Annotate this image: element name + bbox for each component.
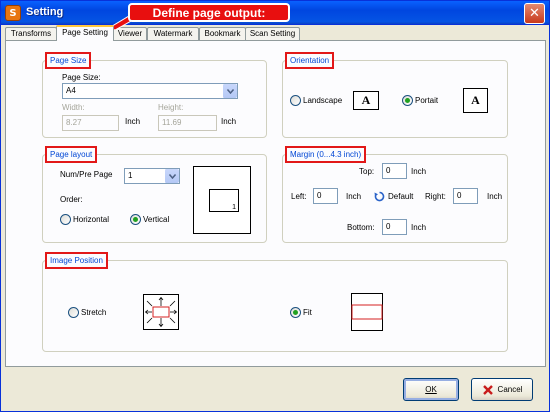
settings-dialog: S Setting ✕ Transforms Page Setting View… — [0, 0, 550, 412]
image-position-group: Image Position Stretch Fit — [42, 252, 508, 352]
width-unit: Inch — [125, 117, 141, 126]
margin-title: Margin (0...4.3 inch) — [285, 146, 367, 163]
page-size-select[interactable]: A4 — [62, 83, 238, 99]
tab-watermark[interactable]: Watermark — [147, 27, 199, 40]
layout-preview-number: 1 — [232, 204, 236, 211]
cancel-label: Cancel — [497, 385, 523, 394]
vertical-label: Vertical — [143, 215, 170, 224]
right-label: Right: — [425, 192, 446, 201]
width-label: Width: — [62, 103, 85, 112]
top-input[interactable]: 0 — [382, 163, 407, 179]
height-unit: Inch — [221, 117, 237, 126]
window-title: Setting — [26, 6, 64, 18]
portrait-label: Portait — [415, 96, 439, 105]
refresh-icon — [374, 191, 385, 201]
left-unit: Inch — [346, 192, 362, 201]
cancel-button[interactable]: Cancel — [471, 378, 533, 401]
fit-label: Fit — [303, 308, 312, 317]
height-label: Height: — [158, 103, 184, 112]
horizontal-label: Horizontal — [73, 215, 110, 224]
app-setting-icon: S — [5, 5, 21, 21]
height-input[interactable]: 11.69 — [158, 115, 217, 131]
left-label: Left: — [291, 192, 307, 201]
landscape-radio[interactable] — [290, 95, 301, 106]
landscape-page-icon: A — [353, 91, 379, 110]
chevron-down-icon[interactable] — [164, 169, 179, 183]
right-unit: Inch — [487, 192, 503, 201]
fit-radio[interactable] — [290, 307, 301, 318]
portrait-page-icon: A — [463, 88, 488, 113]
ok-label: OK — [425, 385, 437, 394]
page-size-group: Page Size Page Size: A4 Width: 8.27 Inch… — [42, 52, 267, 138]
image-position-title: Image Position — [45, 252, 108, 269]
layout-preview-page: 1 — [209, 189, 239, 212]
orientation-group: Orientation Landscape A Portait A — [282, 52, 508, 138]
bottom-label: Bottom: — [347, 223, 375, 232]
order-label: Order: — [60, 195, 83, 204]
num-per-page-label: Num/Pre Page — [60, 170, 113, 179]
tab-scan-setting[interactable]: Scan Setting — [245, 27, 300, 40]
chevron-down-icon[interactable] — [222, 84, 237, 98]
bottom-input[interactable]: 0 — [382, 219, 407, 235]
horizontal-radio[interactable] — [60, 214, 71, 225]
callout-annotation: Define page output: — [128, 3, 290, 22]
page-setting-panel: Page Size Page Size: A4 Width: 8.27 Inch… — [5, 40, 546, 367]
page-layout-group: Page layout Num/Pre Page 1 Order: Horizo… — [42, 146, 267, 243]
margin-group: Margin (0...4.3 inch) Top: 0 Inch Left: … — [282, 146, 508, 243]
default-button[interactable]: Default — [374, 190, 413, 202]
left-input[interactable]: 0 — [313, 188, 338, 204]
tab-transforms[interactable]: Transforms — [5, 27, 57, 40]
top-unit: Inch — [411, 167, 427, 176]
orientation-title: Orientation — [285, 52, 335, 69]
landscape-label: Landscape — [303, 96, 343, 105]
num-per-page-value: 1 — [128, 171, 133, 180]
ok-button[interactable]: OK — [403, 378, 459, 401]
stretch-preview-icon — [143, 294, 179, 330]
default-label: Default — [388, 191, 414, 201]
page-size-title: Page Size — [45, 52, 92, 69]
close-icon: ✕ — [529, 6, 540, 21]
page-size-value: A4 — [66, 86, 76, 95]
tab-bookmark[interactable]: Bookmark — [199, 27, 246, 40]
stretch-label: Stretch — [81, 308, 107, 317]
right-input[interactable]: 0 — [453, 188, 478, 204]
close-button[interactable]: ✕ — [524, 3, 545, 24]
vertical-radio[interactable] — [130, 214, 141, 225]
page-size-label: Page Size: — [62, 73, 101, 82]
layout-preview: 1 — [193, 166, 251, 234]
top-label: Top: — [359, 167, 375, 176]
bottom-unit: Inch — [411, 223, 427, 232]
num-per-page-select[interactable]: 1 — [124, 168, 180, 184]
stretch-radio[interactable] — [68, 307, 79, 318]
page-layout-title: Page layout — [45, 146, 98, 163]
width-input[interactable]: 8.27 — [62, 115, 119, 131]
cancel-x-icon — [482, 384, 493, 395]
portrait-radio[interactable] — [402, 95, 413, 106]
tab-page-setting[interactable]: Page Setting — [56, 25, 114, 41]
fit-preview-icon — [351, 293, 383, 331]
